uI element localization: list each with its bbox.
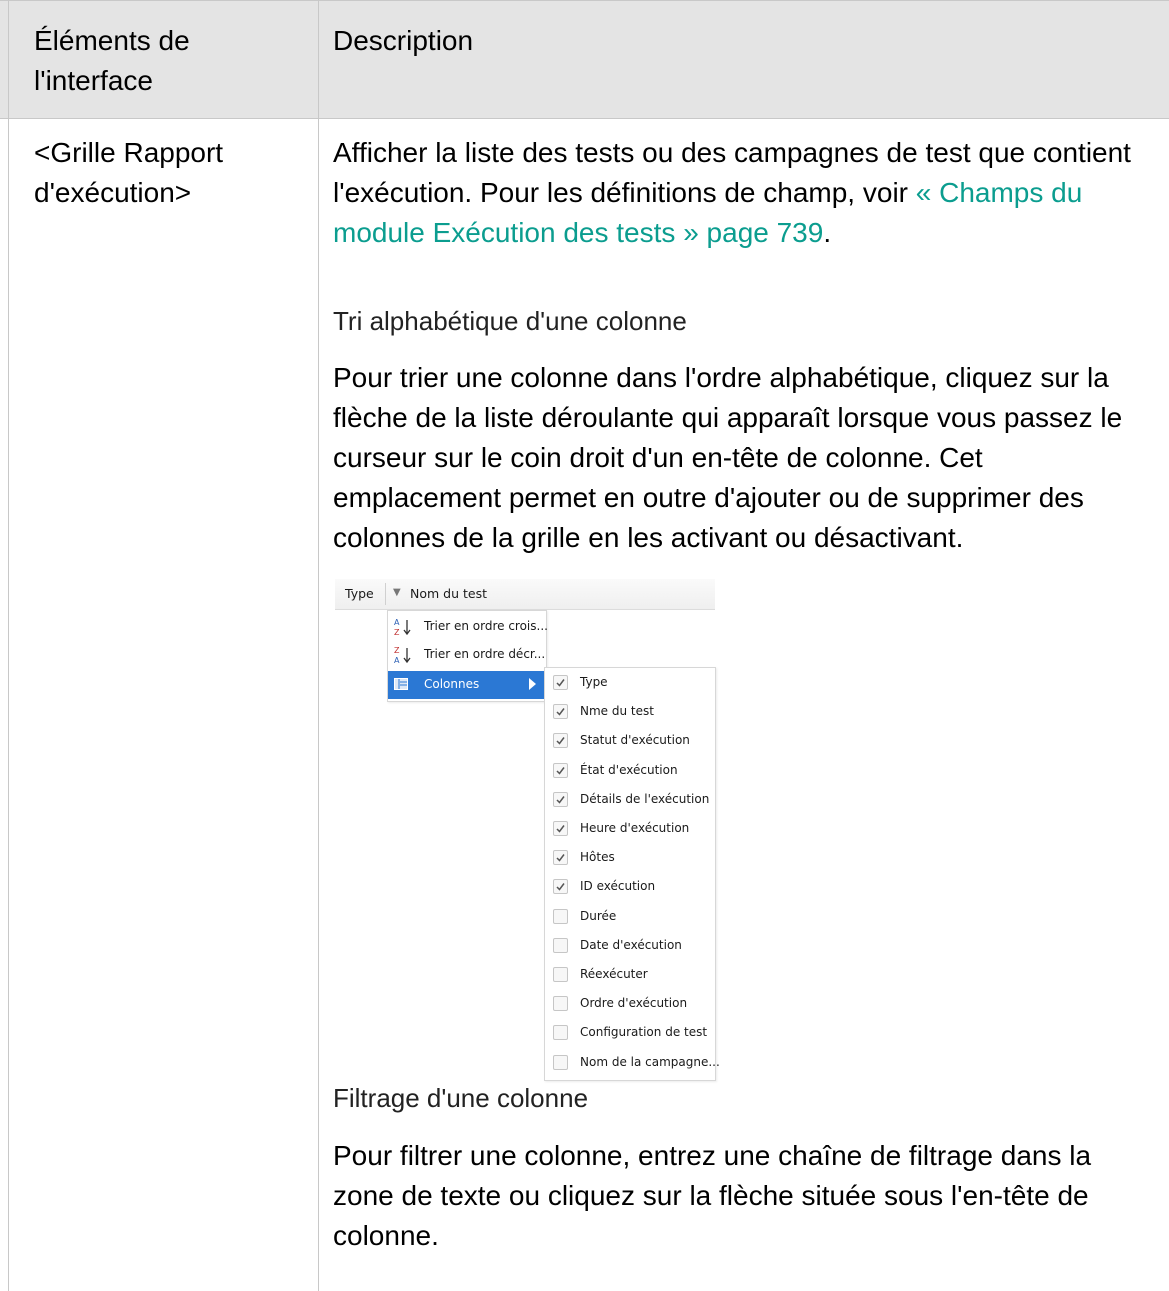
column-toggle-label: Configuration de test bbox=[580, 1025, 708, 1040]
grid-col-type[interactable]: Type bbox=[345, 586, 374, 601]
header-description: Description bbox=[333, 25, 474, 56]
column-toggle-item[interactable]: ID exécution bbox=[545, 873, 715, 902]
sort-section-text: Pour trier une colonne dans l'ordre alph… bbox=[333, 362, 1123, 553]
column-separator bbox=[385, 583, 386, 605]
sort-descending-icon: Z A bbox=[392, 644, 414, 666]
checkbox-checked-icon[interactable] bbox=[553, 879, 568, 895]
column-toggle-label: État d'exécution bbox=[580, 762, 678, 777]
column-toggle-label: Durée bbox=[580, 908, 617, 923]
column-toggle-item[interactable]: Date d'exécution bbox=[545, 932, 715, 961]
column-toggle-item[interactable]: Durée bbox=[545, 903, 715, 932]
column-toggle-label: Réexécuter bbox=[580, 967, 648, 981]
column-divider bbox=[318, 0, 319, 1291]
column-toggle-item[interactable]: Ordre d'exécution bbox=[545, 990, 715, 1019]
checkbox-checked-icon[interactable] bbox=[553, 704, 568, 720]
header-interface-elements: Éléments de l'interface bbox=[34, 25, 190, 96]
column-toggle-item[interactable]: Type bbox=[545, 669, 715, 698]
checkbox-unchecked-icon[interactable] bbox=[553, 996, 568, 1012]
column-toggle-item[interactable]: Détails de l'exécution bbox=[545, 786, 715, 815]
interface-elements-table: Éléments de l'interface Description <Gri… bbox=[0, 0, 1169, 1291]
menu-item-sort-descending[interactable]: Z A Trier en ordre décr... bbox=[388, 641, 546, 669]
element-name-cell: <Grille Rapport d'exécution> bbox=[34, 137, 224, 208]
menu-item-sort-ascending[interactable]: A Z Trier en ordre crois... bbox=[388, 613, 548, 641]
grid-menu-screenshot: Type ▼ Nom du test A Z Trier en ordre cr… bbox=[335, 575, 720, 1081]
column-toggle-item[interactable]: Statut d'exécution bbox=[545, 727, 715, 756]
checkbox-unchecked-icon[interactable] bbox=[553, 967, 568, 982]
menu-item-label: Trier en ordre crois... bbox=[424, 619, 548, 633]
svg-text:A: A bbox=[394, 618, 400, 627]
svg-text:A: A bbox=[394, 656, 400, 665]
svg-text:Z: Z bbox=[394, 628, 400, 637]
column-toggle-label: Nme du test bbox=[580, 704, 654, 719]
grid-col-test-name[interactable]: Nom du test bbox=[410, 586, 487, 601]
filter-section-heading: Filtrage d'une colonne bbox=[333, 1083, 589, 1113]
column-toggle-item[interactable]: Hôtes bbox=[545, 844, 715, 873]
sort-ascending-icon: A Z bbox=[392, 616, 414, 638]
checkbox-checked-icon[interactable] bbox=[553, 791, 568, 807]
column-toggle-item[interactable]: État d'exécution bbox=[545, 757, 715, 786]
checkbox-unchecked-icon[interactable] bbox=[553, 1025, 568, 1041]
column-toggle-label: Hôtes bbox=[580, 850, 615, 865]
header-divider bbox=[0, 118, 1169, 119]
column-toggle-item[interactable]: Configuration de test bbox=[545, 1019, 715, 1048]
submenu-arrow-icon bbox=[529, 678, 536, 690]
table-header-row: Éléments de l'interface Description bbox=[0, 0, 1169, 118]
intro-end: . bbox=[823, 217, 832, 248]
svg-text:Z: Z bbox=[394, 646, 400, 655]
checkbox-unchecked-icon[interactable] bbox=[553, 937, 568, 953]
column-context-menu: A Z Trier en ordre crois... Z A Trier en… bbox=[387, 610, 548, 702]
checkbox-checked-icon[interactable] bbox=[553, 821, 568, 836]
description-intro: Afficher la liste des tests ou des campa… bbox=[333, 133, 1153, 253]
column-toggle-label: Statut d'exécution bbox=[580, 733, 690, 748]
checkbox-checked-icon[interactable] bbox=[553, 850, 568, 866]
dropdown-arrow-icon[interactable]: ▼ bbox=[393, 587, 401, 598]
columns-submenu: Type Nme du test Statut d'exécution État d'… bbox=[544, 667, 720, 1081]
column-toggle-label: Heure d'exécution bbox=[580, 821, 690, 835]
filter-section-text: Pour filtrer une colonne, entrez une cha… bbox=[333, 1140, 1092, 1251]
column-toggle-label: ID exécution bbox=[580, 879, 656, 894]
columns-icon bbox=[394, 678, 408, 690]
menu-item-label: Colonnes bbox=[424, 677, 480, 691]
checkbox-unchecked-icon[interactable] bbox=[553, 1054, 568, 1070]
column-toggle-label: Détails de l'exécution bbox=[580, 791, 710, 806]
column-toggle-label: Nom de la campagne... bbox=[580, 1054, 720, 1069]
sort-section-heading: Tri alphabétique d'une colonne bbox=[333, 306, 687, 336]
column-toggle-label: Type bbox=[580, 675, 608, 689]
checkbox-unchecked-icon[interactable] bbox=[553, 908, 568, 924]
column-toggle-label: Ordre d'exécution bbox=[580, 996, 688, 1011]
table-border-top bbox=[0, 0, 1169, 1]
column-toggle-item[interactable]: Nme du test bbox=[545, 698, 715, 727]
table-border-left bbox=[8, 0, 9, 1291]
checkbox-checked-icon[interactable] bbox=[553, 733, 568, 749]
column-toggle-item[interactable]: Nom de la campagne... bbox=[545, 1049, 720, 1078]
column-toggle-item[interactable]: Heure d'exécution bbox=[545, 815, 715, 844]
grid-column-header: Type ▼ Nom du test bbox=[335, 579, 715, 610]
checkbox-checked-icon[interactable] bbox=[553, 762, 568, 778]
checkbox-checked-icon[interactable] bbox=[553, 675, 568, 690]
column-toggle-label: Date d'exécution bbox=[580, 937, 682, 952]
column-toggle-item[interactable]: Réexécuter bbox=[545, 961, 715, 990]
menu-item-columns[interactable]: Colonnes bbox=[388, 671, 546, 699]
menu-item-label: Trier en ordre décr... bbox=[424, 647, 546, 661]
